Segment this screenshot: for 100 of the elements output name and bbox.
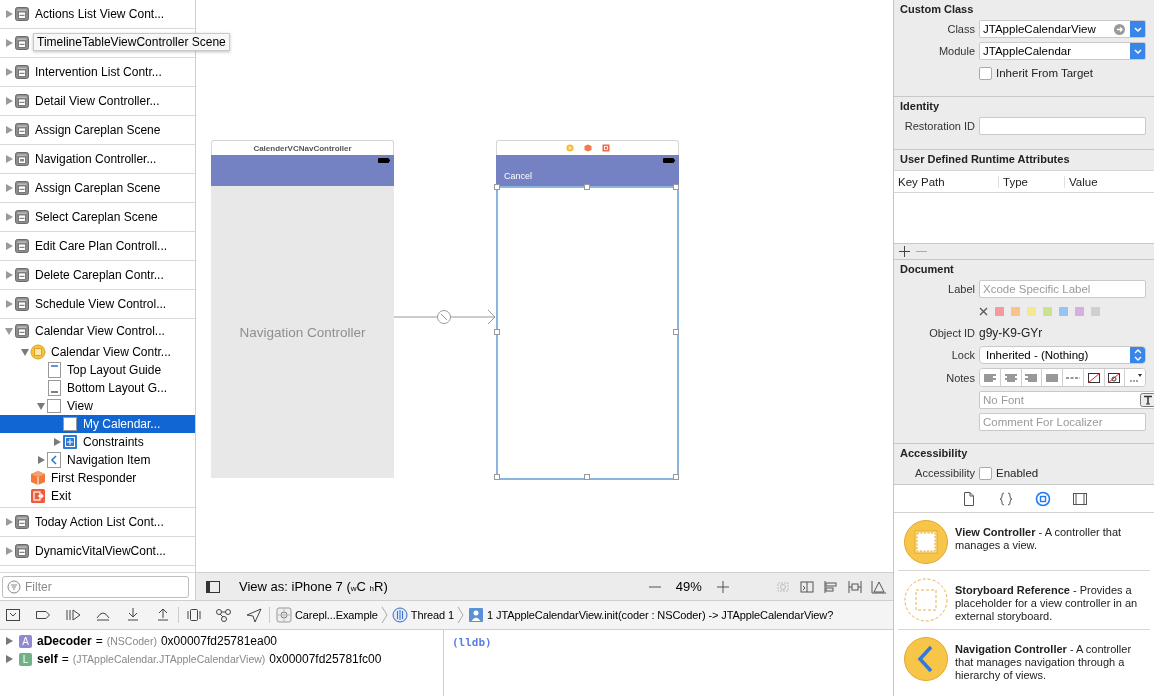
dropdown-button[interactable] (1130, 21, 1145, 37)
outline-row[interactable]: Assign Careplan Scene (0, 174, 195, 202)
resize-handle[interactable] (583, 184, 590, 190)
resize-handle[interactable] (494, 329, 500, 335)
disclosure-triangle[interactable] (5, 547, 13, 555)
outline-row[interactable]: Edit Care Plan Controll... (0, 232, 195, 260)
resize-handle[interactable] (494, 184, 500, 190)
class-field[interactable]: JTAppleCalendarView (979, 20, 1146, 38)
hide-panel-icon[interactable] (4, 607, 22, 623)
outline-row[interactable]: DynamicVitalViewCont... (0, 537, 195, 565)
library-tab[interactable] (1033, 490, 1052, 507)
label-color-swatch[interactable] (995, 306, 1004, 316)
disclosure-triangle[interactable] (5, 39, 13, 47)
controller-icon[interactable] (565, 144, 574, 152)
arrow-circle-icon[interactable] (1114, 23, 1125, 35)
resolve-icon[interactable] (871, 579, 887, 594)
disclosure-triangle[interactable] (5, 184, 13, 192)
outline-row[interactable]: Navigation Controller... (0, 145, 195, 173)
disclosure-triangle[interactable] (5, 97, 13, 105)
outline-row[interactable]: Navigation Item (0, 451, 195, 469)
font-field[interactable]: No Font (979, 391, 1154, 409)
outline-row[interactable]: Schedule View Control... (0, 290, 195, 318)
location-icon[interactable] (245, 607, 263, 623)
continue-icon[interactable] (64, 607, 82, 623)
disclosure-triangle[interactable] (37, 402, 45, 410)
library-tab[interactable] (1070, 490, 1089, 507)
outline-row[interactable]: Intervention List Contr... (0, 58, 195, 86)
disclosure-triangle[interactable] (53, 438, 61, 446)
bar-button[interactable]: Cancel (504, 171, 532, 181)
pin-icon[interactable] (847, 579, 863, 594)
resize-handle[interactable] (673, 329, 679, 335)
view-hierarchy-icon[interactable] (185, 607, 203, 623)
clear-icon[interactable] (979, 306, 988, 316)
disclosure-triangle[interactable] (5, 300, 13, 308)
checkbox[interactable] (979, 66, 992, 80)
label-color-swatch[interactable] (1027, 306, 1036, 316)
label-color-swatch[interactable] (1011, 306, 1020, 316)
controller-icon[interactable] (904, 520, 948, 564)
label-color-swatch[interactable] (1091, 306, 1100, 316)
cube-icon[interactable] (583, 144, 592, 152)
resize-handle[interactable] (494, 474, 500, 480)
module-field[interactable]: JTAppleCalendar (979, 42, 1146, 60)
disclosure-triangle[interactable] (5, 213, 13, 221)
memory-graph-icon[interactable] (215, 607, 233, 623)
plus-icon[interactable] (899, 246, 910, 257)
embed-icon[interactable] (799, 579, 815, 594)
disclosure-triangle[interactable] (5, 10, 13, 18)
exit-icon[interactable] (601, 144, 610, 152)
outline-row[interactable]: Actions List View Cont... (0, 0, 195, 28)
disclosure-triangle[interactable] (5, 637, 13, 645)
segue-arrow[interactable] (394, 309, 496, 325)
outline-row[interactable]: Detail View Controller... (0, 87, 195, 115)
outline-row[interactable]: Top Layout Guide (0, 361, 195, 379)
sidebar-toggle-icon[interactable] (205, 579, 221, 594)
lock-popup[interactable]: Inherited - (Nothing) (979, 346, 1146, 364)
disclosure-triangle[interactable] (5, 68, 13, 76)
resize-handle[interactable] (583, 474, 590, 480)
outline-row[interactable]: Delete Careplan Contr... (0, 261, 195, 289)
label-color-swatch[interactable] (1043, 306, 1052, 316)
filter-input[interactable]: Filter (25, 579, 184, 594)
disclosure-triangle[interactable] (21, 348, 29, 356)
outline-row[interactable]: View (0, 397, 195, 415)
outline-row[interactable]: Assign Careplan Scene (0, 116, 195, 144)
outline-row[interactable]: Calendar View Control... (0, 319, 195, 343)
module-input[interactable]: JTAppleCalendar (980, 45, 1130, 57)
outline-row[interactable]: Select Careplan Scene (0, 203, 195, 231)
outline-row[interactable]: First Responder (0, 469, 195, 487)
align-left-button[interactable] (980, 369, 1001, 386)
dashed-circle-icon[interactable] (904, 578, 948, 622)
disclosure-triangle[interactable] (5, 155, 13, 163)
outline-row[interactable]: Calendar View Contr... (0, 343, 195, 361)
breadcrumb-item[interactable]: 1 JTAppleCalendarView.init(coder : NSCoder) -> JTAppleCalendarView? (468, 607, 834, 623)
outline-row[interactable]: Bottom Layout G... (0, 379, 195, 397)
align-icon[interactable] (823, 579, 839, 594)
disclosure-triangle[interactable] (5, 327, 13, 335)
calendar-view[interactable] (496, 186, 679, 480)
disclosure-triangle[interactable] (37, 456, 45, 464)
update-frames-icon[interactable] (775, 579, 791, 594)
dropdown-button[interactable] (1130, 43, 1145, 59)
outline-row[interactable]: Constraints (0, 433, 195, 451)
accessibility-checkbox[interactable]: Enabled (979, 466, 1146, 480)
restoration-id-field[interactable] (979, 117, 1146, 135)
checkbox[interactable] (979, 466, 992, 480)
label-color-swatch[interactable] (1059, 306, 1068, 316)
inherit-checkbox[interactable]: Inherit From Target (979, 66, 1146, 80)
outline-row[interactable]: Exit (0, 487, 195, 505)
disclosure-triangle[interactable] (5, 518, 13, 526)
breadcrumb-item[interactable]: Carepl...Example (276, 607, 378, 623)
disclosure-triangle[interactable] (5, 126, 13, 134)
disclosure-triangle[interactable] (5, 242, 13, 250)
breadcrumb-item[interactable]: Thread 1 (391, 607, 454, 623)
outline-row[interactable]: My Calendar... (0, 415, 195, 433)
resize-handle[interactable] (673, 474, 679, 480)
label-color-swatch[interactable] (1075, 306, 1084, 316)
disclosure-triangle[interactable] (5, 655, 13, 663)
resize-handle[interactable] (673, 184, 679, 190)
font-input[interactable]: No Font (980, 394, 1140, 406)
font-picker-icon[interactable] (1140, 393, 1154, 407)
chevron-circle-icon[interactable] (904, 637, 948, 681)
filter-field[interactable]: Filter (2, 575, 189, 598)
